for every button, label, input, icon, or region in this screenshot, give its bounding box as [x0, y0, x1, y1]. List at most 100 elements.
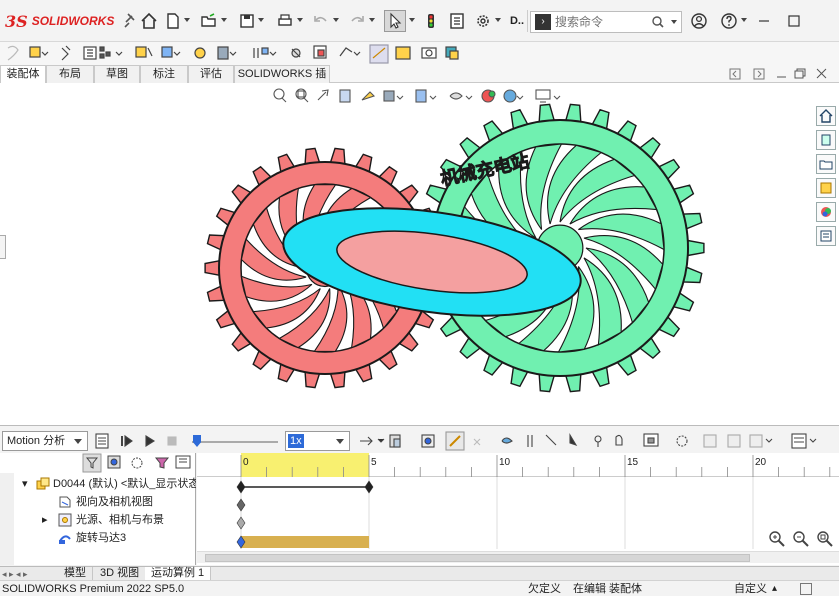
viewport-close-icon[interactable]: [814, 67, 830, 83]
heads-up-icons[interactable]: [270, 86, 570, 106]
ruler-tick-label: 20: [755, 457, 767, 468]
appearances-icon[interactable]: [816, 202, 836, 222]
new-dropdown-caret[interactable]: [184, 18, 190, 24]
zoom-in-icon[interactable]: [767, 529, 787, 549]
lights-icon: [58, 513, 72, 527]
study-type-select[interactable]: Motion 分析: [2, 431, 88, 451]
motor-icon: [58, 531, 72, 545]
playback-slider-track[interactable]: [192, 441, 278, 443]
playback-controls[interactable]: [94, 431, 190, 451]
feature-tree-flyout-handle[interactable]: [0, 235, 6, 259]
view-palette-icon[interactable]: [816, 178, 836, 198]
motion-tools[interactable]: [356, 431, 839, 451]
minimize-button[interactable]: [752, 9, 776, 33]
command-prompt-icon: ›: [535, 14, 551, 30]
tab-solidworks-addins[interactable]: SOLIDWORKS 插件: [234, 65, 330, 96]
help-icon[interactable]: [718, 10, 740, 32]
timeline-scrollbar-thumb[interactable]: [205, 554, 750, 562]
solidworks-resources-icon[interactable]: [816, 106, 836, 126]
brand-name: SOLIDWORKS: [31, 14, 115, 28]
zoom-to-fit-icon[interactable]: [815, 529, 835, 549]
tree-row-camera-views[interactable]: 视向及相机视图: [0, 493, 196, 511]
custom-properties-icon[interactable]: [816, 226, 836, 246]
status-bar-toggle-icon[interactable]: [800, 583, 812, 595]
select-cursor-icon[interactable]: [384, 10, 406, 32]
undo-icon[interactable]: [310, 10, 332, 32]
print-dropdown-caret[interactable]: [297, 18, 303, 24]
document-name[interactable]: D..: [506, 10, 528, 32]
key-point-start[interactable]: [236, 480, 246, 494]
timeline-ruler[interactable]: 0 5 10 15 20: [197, 453, 839, 477]
tree-row-lights[interactable]: ▸ 光源、相机与布景: [0, 511, 196, 529]
search-dropdown-caret[interactable]: [671, 20, 677, 26]
open-dropdown-caret[interactable]: [221, 18, 227, 24]
command-manager-toolbar: [0, 42, 839, 66]
file-properties-icon[interactable]: [446, 10, 468, 32]
options-dropdown-caret[interactable]: [495, 18, 501, 24]
timeline-ruler-ticks: 0 5 10 15 20: [240, 453, 831, 477]
graphics-area[interactable]: 机械充电站: [0, 83, 839, 425]
ruler-tick-label: 10: [499, 457, 511, 468]
expand-toggle[interactable]: ▾: [22, 475, 28, 493]
command-search-box[interactable]: ›: [530, 11, 682, 33]
redo-dropdown-caret[interactable]: [369, 18, 375, 24]
key-point-lights[interactable]: [236, 516, 246, 530]
zoom-out-icon[interactable]: [791, 529, 811, 549]
playback-slider-thumb[interactable]: [193, 435, 201, 447]
help-dropdown-caret[interactable]: [741, 18, 747, 24]
home-icon[interactable]: [138, 10, 160, 32]
new-document-icon[interactable]: [162, 10, 184, 32]
search-icon[interactable]: [651, 15, 665, 29]
tab-sketch[interactable]: 草图: [94, 65, 140, 83]
tree-row-motor[interactable]: 旋转马达3: [0, 529, 196, 547]
tab-model[interactable]: 模型: [58, 567, 93, 581]
gear-model-canvas[interactable]: 机械充电站: [0, 83, 839, 425]
tab-assembly[interactable]: 装配体: [0, 65, 46, 83]
save-dropdown-caret[interactable]: [258, 18, 264, 24]
command-tabs: 装配体 布局 草图 标注 评估 SOLIDWORKS 插件: [0, 65, 839, 96]
open-folder-icon[interactable]: [198, 10, 220, 32]
collapse-left-icon[interactable]: [728, 67, 744, 83]
viewport-restore-icon[interactable]: [792, 67, 808, 83]
user-account-icon[interactable]: [688, 10, 710, 32]
tree-filter-tools[interactable]: [82, 453, 196, 473]
key-point-camera[interactable]: [236, 498, 246, 512]
product-version: SOLIDWORKS Premium 2022 SP5.0: [2, 583, 185, 595]
file-explorer-icon[interactable]: [816, 154, 836, 174]
solidworks-logo[interactable]: 3S SOLIDWORKS: [5, 12, 115, 31]
motor-time-bar[interactable]: [241, 536, 369, 548]
timeline-scrollbar[interactable]: [197, 551, 839, 563]
design-library-icon[interactable]: [816, 130, 836, 150]
motion-toolbar: Motion 分析 1x: [0, 429, 839, 451]
unit-dropdown-caret[interactable]: ▴: [772, 581, 777, 596]
search-input[interactable]: [555, 15, 655, 29]
toolbar-icons[interactable]: [0, 42, 839, 66]
select-dropdown-caret[interactable]: [409, 18, 415, 24]
options-gear-icon[interactable]: [472, 10, 494, 32]
timeline-grid[interactable]: [197, 477, 839, 549]
maximize-button[interactable]: [782, 9, 806, 33]
collapse-right-icon[interactable]: [752, 67, 768, 83]
tab-3d-views[interactable]: 3D 视图: [94, 567, 147, 581]
redo-icon[interactable]: [346, 10, 368, 32]
print-icon[interactable]: [274, 10, 296, 32]
tree-row-assembly[interactable]: ▾ D0044 (默认) <默认_显示状态: [0, 475, 196, 493]
tab-layout[interactable]: 布局: [46, 65, 94, 83]
tab-motion-study-1[interactable]: 运动算例 1: [145, 567, 212, 581]
tree-label: 视向及相机视图: [76, 496, 153, 508]
tab-evaluate[interactable]: 评估: [188, 65, 234, 83]
unit-system[interactable]: 自定义: [734, 581, 767, 596]
playback-speed-select[interactable]: 1x: [285, 431, 350, 451]
viewport-minimize-icon[interactable]: [774, 67, 790, 83]
key-point-end[interactable]: [364, 480, 374, 494]
tree-label: 旋转马达3: [76, 532, 127, 544]
timeline-pane[interactable]: 0 5 10 15 20: [197, 453, 839, 565]
definition-status: 欠定义: [528, 583, 561, 595]
task-pane-tabs: [816, 106, 838, 246]
tab-markup[interactable]: 标注: [140, 65, 188, 83]
expand-toggle[interactable]: ▸: [42, 511, 48, 529]
tab-scroll-arrows[interactable]: ◂ ▸ ◂ ▸: [2, 569, 28, 580]
undo-dropdown-caret[interactable]: [333, 18, 339, 24]
rebuild-traffic-light-icon[interactable]: [420, 10, 442, 32]
save-icon[interactable]: [236, 10, 258, 32]
